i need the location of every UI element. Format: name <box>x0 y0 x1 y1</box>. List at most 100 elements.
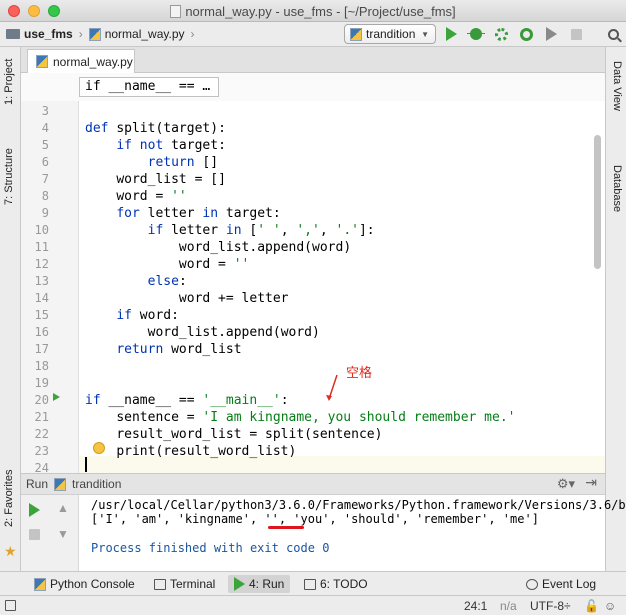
file-encoding[interactable]: UTF-8÷ <box>530 599 571 613</box>
lock-icon[interactable]: 🔓 <box>584 599 599 613</box>
code-token: = <box>147 189 172 204</box>
code-token: , <box>280 223 297 238</box>
run-configuration-select[interactable]: trandition ▼ <box>344 24 436 44</box>
coverage-button[interactable] <box>492 25 510 43</box>
database-tool-button[interactable]: Database <box>611 165 623 212</box>
code-token: = <box>210 257 234 272</box>
code-token: : <box>178 274 187 289</box>
tab-label: Event Log <box>542 577 597 591</box>
line-number: 5 <box>41 138 49 152</box>
line-number: 23 <box>34 444 49 458</box>
play-icon <box>234 577 245 591</box>
string-token: ' ' <box>257 223 281 238</box>
rerun-button[interactable] <box>29 503 40 517</box>
code-token: ( <box>304 427 312 442</box>
line-number: 9 <box>41 206 49 220</box>
stop-button[interactable] <box>567 25 585 43</box>
event-log-tab[interactable]: Event Log <box>520 575 602 593</box>
line-number: 14 <box>34 291 49 305</box>
profile-button[interactable] <box>517 25 535 43</box>
code-line: print(result_word_list) <box>85 443 296 460</box>
window-title: normal_way.py - use_fms - [~/Project/use… <box>185 4 456 19</box>
code-token: word_list <box>171 342 242 357</box>
output-line: Process finished with exit code 0 <box>91 541 330 555</box>
keyword-token: if <box>85 393 101 408</box>
code-token: word <box>312 240 344 255</box>
code-editor[interactable]: 3 4 5 6 7 8 9 10 11 12 13 14 15 16 17 18 19 20 21 22 23 24 de… <box>21 101 605 475</box>
inspector-icon[interactable]: ☺ <box>604 599 616 613</box>
structure-tool-button[interactable]: 7: Structure <box>3 148 15 205</box>
python-console-tab[interactable]: Python Console <box>28 575 141 593</box>
keyword-token: in <box>225 223 242 238</box>
editor-scrollbar[interactable] <box>594 135 601 269</box>
run-button[interactable] <box>442 25 460 43</box>
keyword-token: in <box>202 206 219 221</box>
project-name: use_fms <box>24 27 73 41</box>
code-breadcrumb[interactable]: if __name__ == … <box>79 77 219 97</box>
concurrency-icon <box>545 27 557 41</box>
project-tool-button[interactable]: 1: Project <box>3 59 15 105</box>
line-number: 10 <box>34 223 49 237</box>
folder-icon <box>6 29 20 39</box>
terminal-icon <box>154 578 166 590</box>
tool-windows-icon[interactable] <box>5 600 16 611</box>
tab-label: normal_way.py <box>53 54 133 69</box>
code-token: target <box>171 138 219 153</box>
concurrency-button[interactable] <box>542 25 560 43</box>
code-line: sentence = 'I am kingname, you should re… <box>85 409 516 426</box>
code-token: split <box>265 427 305 442</box>
chevron-right-icon: › <box>190 27 195 41</box>
stop-run-button[interactable] <box>29 529 40 540</box>
code-token: word <box>178 257 211 272</box>
window-title-wrap: normal_way.py - use_fms - [~/Project/use… <box>0 4 626 19</box>
favorites-tool-button[interactable]: 2: Favorites <box>3 470 15 527</box>
data-view-tool-button[interactable]: Data View <box>611 61 623 111</box>
code-token: target <box>225 206 273 221</box>
down-arrow-icon[interactable]: ▼ <box>57 527 69 541</box>
terminal-tab[interactable]: Terminal <box>148 575 221 593</box>
keyword-token: not <box>139 138 164 153</box>
code-token: ( <box>304 240 312 255</box>
breadcrumb-project[interactable]: use_fms › normal_way.py › <box>6 27 197 41</box>
breadcrumb-file[interactable]: normal_way.py <box>105 27 185 41</box>
up-arrow-icon[interactable]: ▲ <box>57 501 69 515</box>
todo-tab[interactable]: 6: TODO <box>298 575 374 593</box>
python-icon <box>34 577 46 591</box>
code-line: word_list.append(word) <box>85 324 320 341</box>
hide-panel-icon[interactable]: ⇥ <box>585 474 597 491</box>
code-line: word = '' <box>85 188 186 205</box>
code-token: append <box>225 325 273 340</box>
code-token: word <box>139 308 172 323</box>
code-token: . <box>218 325 226 340</box>
line-separator[interactable]: n/a <box>500 599 517 613</box>
run-gutter-icon[interactable] <box>53 393 60 401</box>
string-token: ',' <box>296 223 320 238</box>
code-line: word = '' <box>85 256 249 273</box>
line-number: 8 <box>41 189 49 203</box>
left-tool-strip: 1: Project 7: Structure 2: Favorites ★ <box>0 47 21 571</box>
tab-normal-way[interactable]: normal_way.py <box>27 49 135 73</box>
code-token: = <box>178 410 203 425</box>
line-number: 7 <box>41 172 49 186</box>
search-everywhere-button[interactable] <box>604 25 622 43</box>
chevron-right-icon: › <box>78 27 83 41</box>
caret-position[interactable]: 24:1 <box>464 599 487 613</box>
gear-icon[interactable]: ⚙▾ <box>557 476 575 492</box>
code-line: word_list.append(word) <box>85 239 351 256</box>
stop-icon <box>570 28 582 40</box>
string-token: 'I am kingname, you should remember me.' <box>202 410 516 425</box>
debug-button[interactable] <box>467 25 485 43</box>
lightbulb-icon[interactable] <box>93 442 105 454</box>
run-tab[interactable]: 4: Run <box>228 575 291 593</box>
string-token: '__main__' <box>202 393 281 408</box>
code-line: else: <box>85 273 187 290</box>
code-line: if letter in [' ', ',', '.']: <box>85 222 375 239</box>
code-token: append <box>257 240 305 255</box>
